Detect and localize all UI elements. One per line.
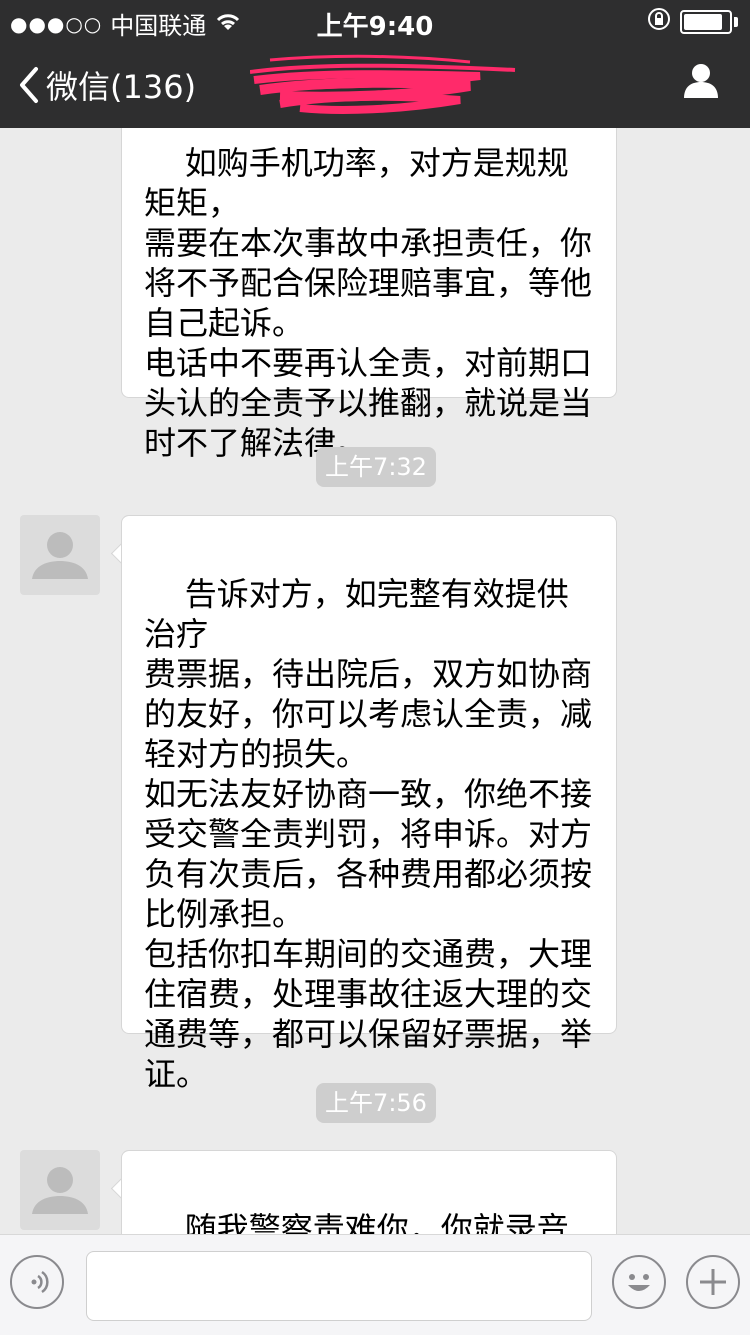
- voice-button[interactable]: [10, 1255, 64, 1309]
- voice-icon: [31, 1270, 49, 1294]
- back-button[interactable]: 微信(136): [18, 62, 196, 108]
- status-right: [646, 6, 738, 38]
- emoji-button[interactable]: [612, 1255, 666, 1309]
- redaction-scribble: [250, 54, 516, 114]
- message-bubble[interactable]: 告诉对方，如完整有效提供治疗 费票据，待出院后，双方如协商 的友好，你可以考虑认…: [121, 515, 617, 1093]
- chat-title: [250, 50, 520, 120]
- add-button[interactable]: [686, 1255, 740, 1309]
- avatar[interactable]: [20, 1150, 100, 1230]
- chat-area[interactable]: 如购手机功率，对方是规规矩矩， 需要在本次事故中承担责任，你 将不予配合保险理赔…: [0, 128, 750, 1234]
- input-bar: [0, 1234, 750, 1335]
- message-timestamp: 上午7:56: [316, 1083, 436, 1123]
- chevron-left-icon: [20, 67, 38, 103]
- message-text: 如购手机功率，对方是规规矩矩， 需要在本次事故中承担责任，你 将不予配合保险理赔…: [144, 144, 593, 462]
- message-input[interactable]: [86, 1251, 592, 1321]
- rotation-lock-icon: [646, 6, 672, 38]
- profile-button[interactable]: [682, 62, 720, 104]
- avatar[interactable]: [20, 515, 100, 595]
- message-bubble[interactable]: 随我警察责难你，你就录音问警 察: [121, 1150, 617, 1234]
- emoji-icon: [628, 1274, 650, 1291]
- default-avatar-icon: [32, 532, 88, 579]
- battery-fill: [684, 14, 722, 30]
- message-timestamp: 上午7:32: [316, 447, 436, 487]
- back-label: 微信(136): [46, 68, 197, 106]
- message-text: 告诉对方，如完整有效提供治疗 费票据，待出院后，双方如协商 的友好，你可以考虑认…: [144, 575, 593, 1093]
- status-time: 上午9:40: [316, 12, 434, 42]
- message-text: 随我警察责难你，你就录音问警 察: [184, 1210, 569, 1234]
- battery-icon: [680, 10, 732, 34]
- battery-tip: [734, 17, 738, 27]
- nav-bar: 微信(136): [0, 40, 750, 128]
- status-bar: ●●●○○ 中国联通 上午9:40: [0, 0, 750, 42]
- message-bubble[interactable]: 如购手机功率，对方是规规矩矩， 需要在本次事故中承担责任，你 将不予配合保险理赔…: [121, 128, 617, 462]
- default-avatar-icon: [32, 1167, 88, 1214]
- person-icon: [684, 64, 718, 98]
- plus-icon: [700, 1269, 726, 1295]
